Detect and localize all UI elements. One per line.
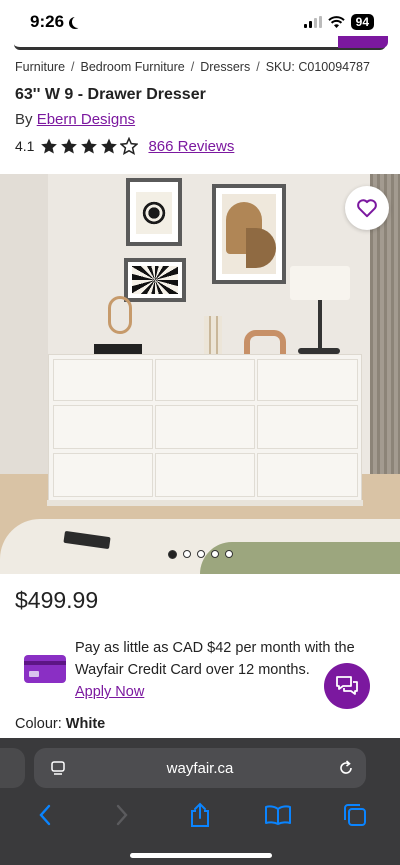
carousel-dot[interactable] (210, 550, 219, 558)
safari-toolbar (0, 798, 400, 832)
url-text: wayfair.ca (166, 759, 234, 777)
bookmarks-button[interactable] (263, 800, 293, 830)
carousel-dot[interactable] (196, 550, 205, 558)
forward-button[interactable] (107, 800, 137, 830)
home-indicator (130, 853, 272, 858)
clock: 9:26 (30, 12, 65, 31)
tabs-icon (344, 804, 367, 826)
tabs-button[interactable] (340, 800, 370, 830)
chat-button[interactable] (324, 663, 370, 709)
star-rating (40, 137, 139, 155)
carousel-dot[interactable] (167, 550, 177, 559)
brand-link[interactable]: Ebern Designs (37, 111, 135, 128)
focus-moon-icon (72, 16, 84, 28)
carousel-dots[interactable] (0, 550, 400, 559)
breadcrumb-furniture[interactable]: Furniture (15, 60, 65, 74)
browser-toolbar: wayfair.ca (0, 738, 400, 865)
star-empty-icon (120, 137, 139, 155)
reload-icon[interactable] (336, 758, 356, 778)
rating-value: 4.1 (15, 138, 35, 154)
chevron-right-icon (117, 804, 128, 826)
status-indicators: 94 (303, 14, 374, 30)
brand-line: By Ebern Designs (15, 111, 135, 128)
heart-outline-icon (357, 199, 377, 218)
by-prefix: By (15, 111, 33, 128)
star-full-icon (101, 138, 118, 154)
back-button[interactable] (30, 800, 60, 830)
wall-art-2 (212, 184, 286, 284)
wall-art-1 (126, 178, 182, 246)
star-full-icon (61, 138, 78, 154)
address-bar[interactable]: wayfair.ca (34, 748, 366, 788)
wall-art-3 (124, 258, 186, 302)
reader-menu-icon[interactable] (50, 760, 66, 776)
dresser (48, 354, 362, 502)
share-button[interactable] (185, 800, 215, 830)
book-icon (264, 805, 291, 825)
previous-tab[interactable] (0, 748, 25, 788)
star-full-icon (41, 138, 58, 154)
sku-label: SKU: C010094787 (265, 60, 370, 74)
chat-bubbles-icon (336, 676, 358, 695)
search-button[interactable] (338, 36, 388, 48)
battery-indicator: 94 (350, 14, 374, 30)
product-image[interactable] (0, 174, 400, 574)
rating-row: 4.1 866 Reviews (15, 137, 234, 155)
credit-card-icon (24, 655, 66, 683)
price: $499.99 (15, 587, 99, 613)
share-icon (190, 802, 209, 827)
breadcrumb-bedroom-furniture[interactable]: Bedroom Furniture (81, 60, 185, 74)
carousel-dot[interactable] (182, 550, 191, 558)
cellular-signal-icon (303, 16, 322, 28)
status-time: 9:26 (30, 12, 81, 32)
breadcrumb-dressers[interactable]: Dressers (200, 60, 250, 74)
decor-object (244, 330, 286, 354)
site-search-bar[interactable] (14, 36, 388, 50)
carousel-dot[interactable] (224, 550, 233, 558)
breadcrumb: Furniture / Bedroom Furniture / Dressers / SKU… (15, 60, 370, 74)
star-full-icon (81, 138, 98, 154)
wifi-icon (327, 15, 345, 28)
colour-selector-label: Colour: White (15, 716, 106, 732)
chevron-left-icon (39, 804, 50, 826)
product-title: 63'' W 9 - Drawer Dresser (15, 86, 206, 103)
table-lamp (290, 266, 350, 300)
sculpture (108, 296, 132, 334)
reviews-link[interactable]: 866 Reviews (148, 138, 234, 155)
favorite-button[interactable] (345, 186, 389, 230)
books (94, 344, 142, 354)
selected-colour: White (65, 716, 106, 732)
